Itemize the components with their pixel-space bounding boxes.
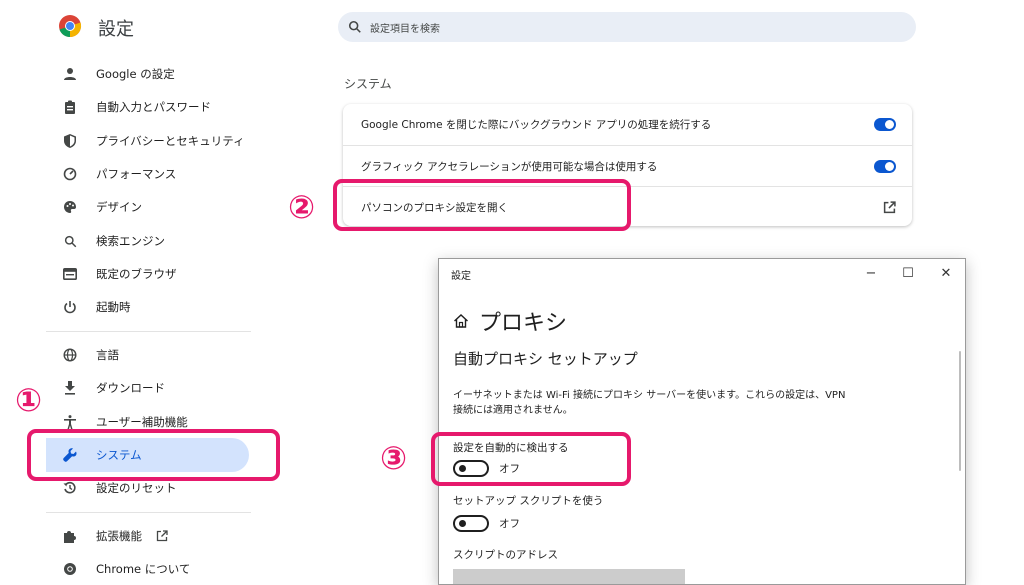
highlight-proxy-settings: [333, 179, 631, 231]
speedometer-icon: [62, 166, 78, 182]
sidebar-item-label: 拡張機能: [96, 529, 142, 543]
setup-script-state: オフ: [499, 518, 520, 530]
step-3-marker: ③: [380, 439, 408, 477]
sidebar-divider: [46, 331, 251, 332]
sidebar-item-label: ユーザー補助機能: [96, 415, 188, 429]
sidebar-item-label: 自動入力とパスワード: [96, 100, 211, 114]
graphics-acceleration-toggle[interactable]: [874, 159, 896, 173]
window-title: 設定: [451, 271, 471, 282]
highlight-system: [27, 429, 280, 481]
proxy-header: プロキシ: [453, 305, 567, 337]
sidebar-item-downloads[interactable]: ダウンロード: [46, 371, 249, 405]
globe-icon: [62, 347, 78, 363]
windows-settings-window: 設定 − ☐ ✕ プロキシ 自動プロキシ セットアップ イーサネットまたは Wi…: [438, 258, 966, 585]
browser-icon: [62, 266, 78, 282]
sidebar-item-label: Google の設定: [96, 67, 175, 81]
palette-icon: [62, 199, 78, 215]
sidebar-item-google[interactable]: Google の設定: [46, 57, 249, 91]
puzzle-icon: [62, 528, 78, 544]
sidebar-item-label: 既定のブラウザ: [96, 267, 177, 281]
script-address-label: スクリプトのアドレス: [453, 549, 558, 561]
scrollbar[interactable]: [959, 351, 961, 471]
minimize-button[interactable]: −: [853, 261, 889, 285]
sidebar-item-label: プライバシーとセキュリティ: [96, 134, 245, 148]
home-icon[interactable]: [453, 313, 469, 329]
sidebar-item-default-browser[interactable]: 既定のブラウザ: [46, 257, 249, 291]
search-icon: [348, 20, 361, 33]
section-heading-system: システム: [344, 77, 392, 91]
setup-script-toggle-row[interactable]: オフ: [453, 515, 520, 532]
setting-label: グラフィック アクセラレーションが使用可能な場合は使用する: [361, 160, 658, 173]
power-icon: [62, 299, 78, 315]
auto-proxy-heading: 自動プロキシ セットアップ: [453, 350, 638, 368]
external-link-icon: [156, 530, 168, 542]
sidebar-item-label: デザイン: [96, 200, 142, 214]
reset-icon: [62, 480, 78, 496]
external-link-icon[interactable]: [883, 200, 896, 214]
sidebar-item-privacy[interactable]: プライバシーとセキュリティ: [46, 124, 249, 158]
setup-script-toggle[interactable]: [453, 515, 489, 532]
accessibility-icon: [62, 414, 78, 430]
sidebar-item-label: Chrome について: [96, 562, 191, 576]
script-address-input[interactable]: [453, 569, 685, 584]
sidebar-item-design[interactable]: デザイン: [46, 190, 249, 224]
chrome-logo-icon: [59, 15, 82, 38]
sidebar-item-startup[interactable]: 起動時: [46, 290, 249, 324]
person-icon: [62, 66, 78, 82]
setting-row-background-apps[interactable]: Google Chrome を閉じた際にバックグラウンド アプリの処理を続行する: [343, 104, 912, 145]
setting-label: Google Chrome を閉じた際にバックグラウンド アプリの処理を続行する: [361, 119, 712, 131]
sidebar-divider: [46, 512, 251, 513]
sidebar-item-search-engine[interactable]: 検索エンジン: [46, 224, 249, 258]
maximize-button[interactable]: ☐: [890, 261, 926, 285]
proxy-description: イーサネットまたは Wi-Fi 接続にプロキシ サーバーを使います。これらの設定…: [453, 390, 846, 416]
setup-script-label: セットアップ スクリプトを使う: [453, 495, 604, 507]
proxy-title: プロキシ: [479, 311, 568, 336]
shield-icon: [62, 133, 78, 149]
step-2-marker: ②: [288, 188, 316, 226]
sidebar-item-autofill[interactable]: 自動入力とパスワード: [46, 90, 249, 124]
step-1-marker: ①: [15, 381, 43, 419]
sidebar-item-about[interactable]: Chrome について: [46, 552, 249, 585]
clipboard-icon: [62, 99, 78, 115]
close-button[interactable]: ✕: [928, 261, 964, 285]
sidebar-item-label: パフォーマンス: [96, 167, 177, 181]
sidebar-item-extensions[interactable]: 拡張機能: [46, 519, 249, 553]
sidebar-item-performance[interactable]: パフォーマンス: [46, 157, 249, 191]
sidebar-item-languages[interactable]: 言語: [46, 338, 249, 372]
search-icon: [62, 233, 78, 249]
search-input[interactable]: 設定項目を検索: [338, 12, 916, 42]
search-placeholder: 設定項目を検索: [370, 23, 440, 35]
download-icon: [62, 380, 78, 396]
sidebar-item-label: 言語: [96, 348, 119, 362]
highlight-auto-detect: [431, 432, 631, 486]
sidebar-item-label: ダウンロード: [96, 381, 165, 395]
sidebar-item-label: 起動時: [96, 300, 131, 314]
sidebar-item-label: 設定のリセット: [96, 481, 177, 495]
page-title: 設定: [98, 19, 134, 40]
sidebar-item-label: 検索エンジン: [96, 234, 165, 248]
chrome-icon: [62, 561, 78, 577]
background-apps-toggle[interactable]: [874, 118, 896, 131]
